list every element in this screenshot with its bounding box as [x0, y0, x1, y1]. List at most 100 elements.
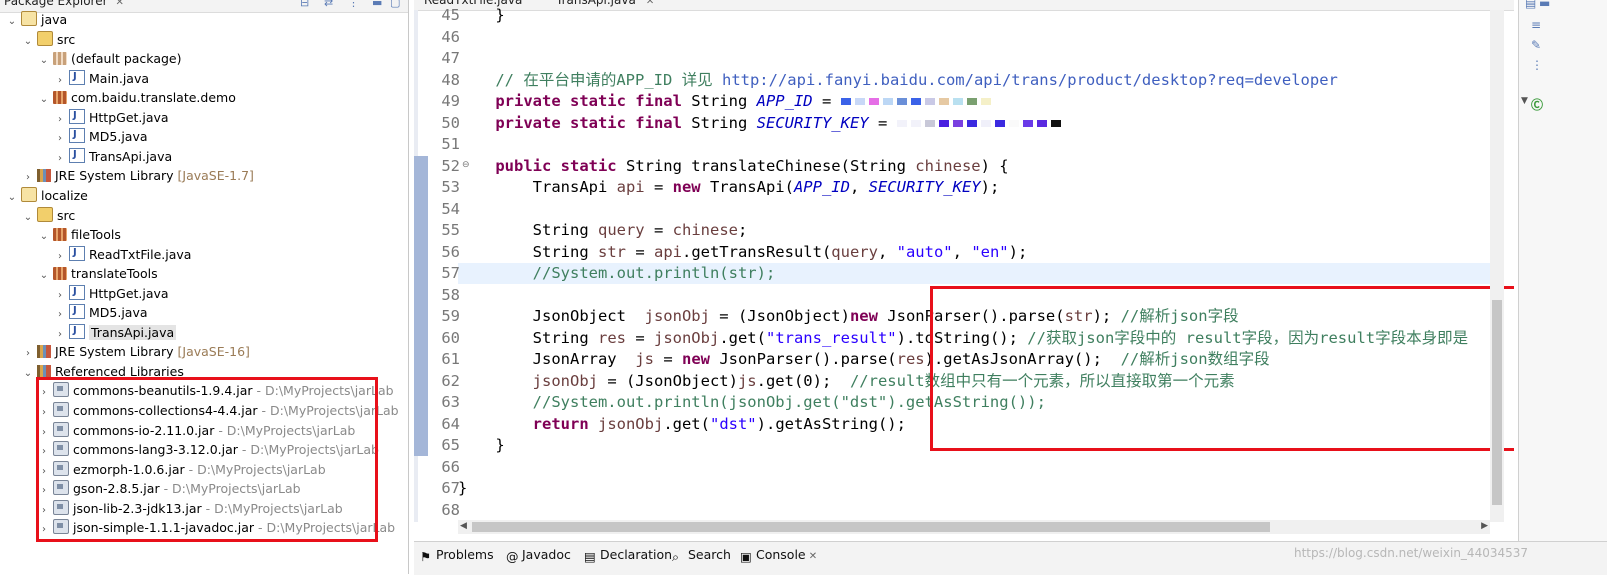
minimize-icon[interactable]: ▬ [372, 0, 382, 9]
bottom-tab[interactable]: @ Javadoc [506, 547, 571, 564]
code-line[interactable]: private static final String APP_ID = [458, 91, 995, 113]
code-line[interactable]: private static final String SECURITY_KEY… [458, 113, 1065, 135]
bottom-tab-label: Search [688, 547, 731, 562]
horizontal-scrollbar[interactable]: ◀ ▶ [458, 520, 1490, 534]
horizontal-scroll-thumb[interactable] [472, 522, 1270, 532]
code-token: ; [737, 221, 748, 239]
line-number: 56 [441, 242, 460, 261]
code-token: "auto" [896, 242, 953, 261]
tree-item[interactable]: › JRE System Library [JavaSE-16] [0, 342, 250, 362]
tree-item[interactable]: ⌄ localize [0, 186, 88, 206]
tree-item[interactable]: ⌄ com.baidu.translate.demo [0, 88, 236, 108]
code-token: = (JsonObject) [709, 307, 850, 325]
bottom-tab-label: Problems [436, 547, 494, 562]
tree-item[interactable]: ⌄ translateTools [0, 264, 158, 284]
view-menu-icon[interactable]: ⋮ [348, 0, 359, 9]
code-token: new [672, 178, 710, 196]
code-line[interactable]: } [458, 478, 467, 500]
tree-item[interactable]: ›ReadTxtFile.java [0, 243, 191, 265]
close-icon[interactable]: ✕ [116, 0, 124, 8]
collapse-all-icon[interactable]: ⊟ [300, 0, 309, 9]
code-line[interactable]: String query = chinese; [458, 220, 748, 242]
scroll-left-icon[interactable]: ◀ [460, 521, 467, 531]
code-token: jsonObj [644, 307, 710, 325]
tree-item[interactable]: ⌄ src [0, 30, 75, 50]
json-parsing-highlight [930, 286, 1514, 451]
tree-item[interactable]: ⌄ src [0, 206, 75, 226]
code-line[interactable]: TransApi api = new TransApi(APP_ID, SECU… [458, 177, 1000, 199]
code-token: .get( [719, 328, 766, 347]
code-line[interactable]: public static String translateChinese(St… [458, 156, 1008, 178]
code-token: ).getAsString(); [756, 414, 906, 433]
source-folder-icon [37, 30, 53, 46]
tree-item[interactable]: ›HttpGet.java [0, 282, 169, 304]
close-icon[interactable]: ✕ [806, 551, 817, 562]
library-icon [37, 345, 51, 359]
vertical-scroll-thumb[interactable] [1492, 300, 1502, 505]
bottom-tab-label: Javadoc [522, 547, 571, 562]
bottom-tab[interactable]: ▣ Console ✕ [740, 547, 817, 564]
code-line[interactable]: // 在平台申请的APP_ID 详见 http://api.fanyi.baid… [458, 70, 1338, 92]
java-file-icon [69, 106, 85, 126]
tree-item-suffix: [JavaSE-16] [173, 344, 250, 360]
java-file-icon [69, 125, 85, 145]
tree-item[interactable]: ›TransApi.java [0, 145, 173, 167]
scroll-right-icon[interactable]: ▶ [1481, 521, 1488, 531]
code-line[interactable]: } [458, 435, 504, 457]
bookmark-icon[interactable]: ✎ [1531, 38, 1541, 52]
code-line[interactable]: //System.out.println(str); [458, 263, 776, 285]
close-icon[interactable]: ✕ [646, 0, 654, 7]
tree-item-label: MD5.java [89, 129, 148, 145]
code-token: public static [458, 156, 626, 175]
chevron-down-icon[interactable]: ▼ [1521, 96, 1528, 106]
code-token: SECURITY_KEY [868, 178, 981, 196]
line-number: 60 [441, 328, 460, 347]
tree-item-label: TransApi.java [89, 148, 173, 164]
editor-tab-label: TransApi.java [556, 0, 636, 7]
task-list-icon[interactable]: ≡ [1531, 18, 1541, 32]
bottom-tab-label: Declaration [600, 547, 673, 562]
editor-tab[interactable]: TransApi.java ✕ [556, 0, 654, 7]
java-file-icon [69, 67, 85, 87]
at-icon: @ [506, 549, 519, 564]
tree-item[interactable]: ⌄ (default package) [0, 49, 182, 69]
code-token: ); [980, 178, 1000, 196]
vertical-scrollbar[interactable] [1490, 10, 1504, 522]
overflow-icon[interactable]: ⋮ [1531, 58, 1543, 72]
maximize-icon[interactable]: ▢ [390, 0, 400, 9]
code-line[interactable]: return jsonObj.get("dst").getAsString(); [458, 414, 906, 436]
code-token: //System.out.println(str); [458, 264, 776, 282]
outline-icon[interactable]: ▤ [1525, 0, 1536, 10]
editor-tab-bar: ReadTxtFile.java TransApi.java ✕ [414, 0, 1514, 11]
class-icon[interactable]: Ⓒ [1531, 96, 1543, 113]
right-trim-toolbar: ▤ ▬ ≡ ✎ ⋮ Ⓒ ▼ [1518, 0, 1607, 541]
library-icon [37, 169, 51, 183]
line-number: 54 [441, 199, 460, 218]
explorer-tab[interactable]: Package Explorer ✕ [4, 0, 124, 8]
code-token: APP_ID [756, 92, 813, 110]
bottom-tab[interactable]: ⌕ Search [672, 547, 731, 564]
tree-item[interactable]: ⌄ fileTools [0, 225, 121, 245]
tree-item[interactable]: ›HttpGet.java [0, 106, 169, 128]
code-token: jsonObj [458, 371, 598, 390]
code-editor[interactable]: ReadTxtFile.java TransApi.java ✕ 45 46 47 48 4… [414, 0, 1514, 540]
code-line[interactable]: } [458, 5, 504, 27]
code-token: , [849, 178, 869, 196]
line-number: 50 [441, 113, 460, 132]
tree-item-suffix: [JavaSE-1.7] [173, 168, 254, 184]
bottom-tab[interactable]: ⚑ Problems [420, 547, 494, 564]
code-line[interactable]: String str = api.getTransResult(query, "… [458, 242, 1028, 264]
tree-item[interactable]: › JRE System Library [JavaSE-1.7] [0, 166, 254, 186]
tree-item[interactable]: ›Main.java [0, 67, 149, 89]
tree-item[interactable]: ⌄ java [0, 10, 67, 30]
code-token: , [952, 242, 972, 261]
code-token: TransApi [458, 178, 617, 196]
tree-item-label: (default package) [71, 51, 182, 67]
tree-item-label: translateTools [71, 266, 158, 282]
line-number: 58 [441, 285, 460, 304]
minimize-icon[interactable]: ▬ [1539, 0, 1550, 10]
bottom-tab[interactable]: ▤ Declaration [584, 547, 673, 564]
link-editor-icon[interactable]: ⇄ [324, 0, 333, 9]
tree-item[interactable]: ›TransApi.java [0, 321, 177, 343]
bottom-tab-label: Console [756, 547, 806, 562]
